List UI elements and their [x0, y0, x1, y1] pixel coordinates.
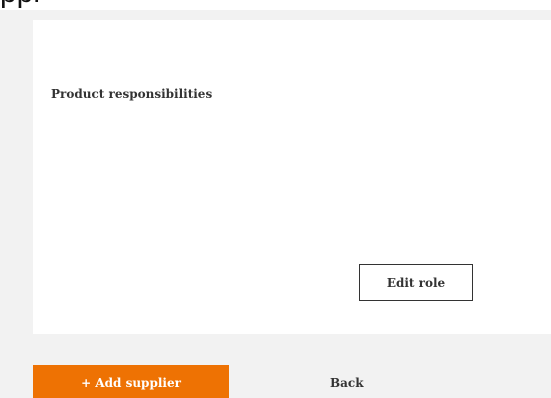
supplier-card: Product responsibilities Edit role	[33, 20, 551, 334]
edit-role-button[interactable]: Edit role	[359, 264, 473, 301]
back-link[interactable]: Back	[330, 376, 364, 390]
supplier-page: ppl Product responsibilities Edit role +…	[0, 0, 551, 398]
page-heading-clipped: ppl	[0, 0, 40, 13]
add-supplier-button[interactable]: + Add supplier	[33, 365, 229, 398]
product-responsibilities-label: Product responsibilities	[51, 87, 213, 101]
